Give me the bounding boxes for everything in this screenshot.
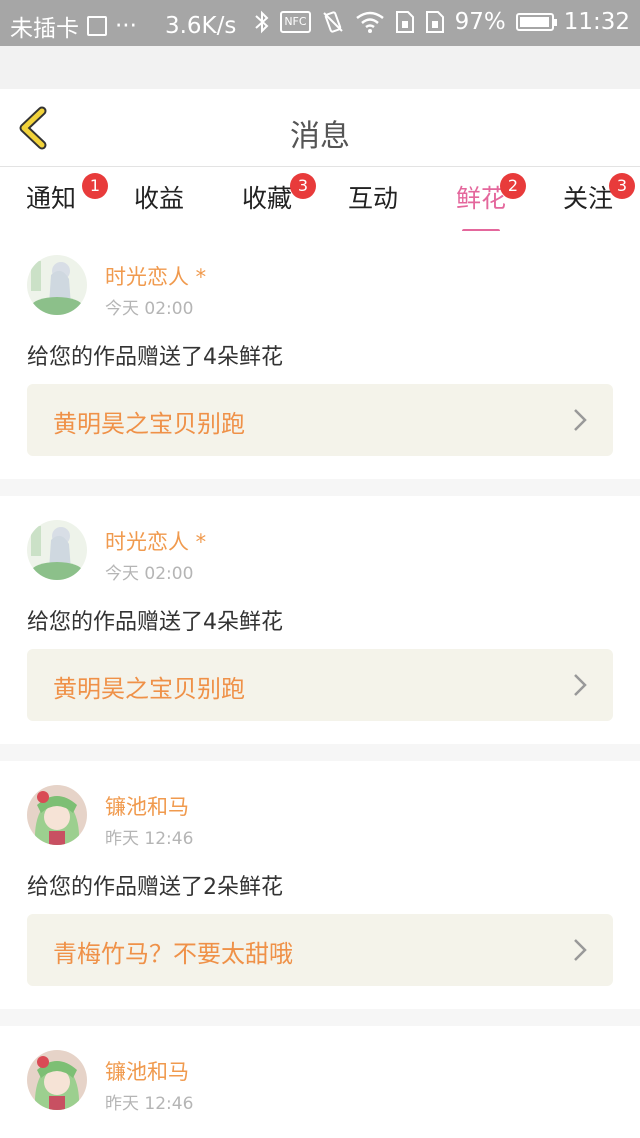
status-bar: 未插卡 ··· 3.6K/s NFC 97% 11:32 [0,0,640,46]
message-time: 今天 02:00 [105,299,194,319]
overflow-icon: ··· [115,13,137,39]
wifi-icon [355,11,384,33]
vibrate-icon [322,11,343,33]
sender-name[interactable]: 时光恋人 * [105,526,206,556]
nfc-icon: NFC [280,11,311,33]
message-time: 今天 02:00 [105,564,194,584]
tab-label: 鲜花 [456,184,507,213]
avatar[interactable] [27,785,87,845]
work-title: 黄明昊之宝贝别跑 [53,410,245,438]
tab-bar: 通知 1 收益 收藏 3 互动 鲜花 2 关注 3 [0,167,640,233]
picture-icon [87,16,107,36]
unread-badge: 3 [609,173,635,199]
tab-favorites[interactable]: 收藏 3 [242,173,316,223]
sender-name[interactable]: 镰池和马 [105,791,189,821]
tab-label: 关注 [563,184,614,213]
avatar[interactable] [27,255,87,315]
header-bar: 消息 [0,89,640,167]
work-link[interactable]: 黄明昊之宝贝别跑 [27,649,613,721]
tab-flowers[interactable]: 鲜花 2 [456,173,526,233]
tab-label: 互动 [348,184,399,213]
avatar[interactable] [27,520,87,580]
message-time: 昨天 12:46 [105,1094,194,1114]
network-speed: 3.6K/s [164,13,237,39]
sim-card-icon [395,11,414,33]
tab-interactions[interactable]: 互动 [348,179,398,223]
carrier-label: 未插卡 [10,16,79,42]
battery-percent: 97% [454,9,506,35]
message-text: 给您的作品赠送了4朵鲜花 [27,345,283,370]
sender-name[interactable]: 镰池和马 [105,1056,189,1086]
clock: 11:32 [563,9,630,35]
tab-earnings[interactable]: 收益 [134,179,184,223]
chevron-right-icon [574,409,587,431]
work-title: 青梅竹马？不要太甜哦 [53,940,293,968]
message-time: 昨天 12:46 [105,829,194,849]
chevron-right-icon [574,674,587,696]
work-link[interactable]: 黄明昊之宝贝别跑 [27,384,613,456]
battery-fill [519,17,549,27]
message-card: 时光恋人 * 今天 02:00 给您的作品赠送了4朵鲜花 黄明昊之宝贝别跑 [0,496,640,744]
avatar[interactable] [27,1050,87,1110]
message-text: 给您的作品赠送了4朵鲜花 [27,610,283,635]
work-title: 黄明昊之宝贝别跑 [53,675,245,703]
message-text: 给您的作品赠送了2朵鲜花 [27,875,283,900]
tab-label: 收益 [134,184,185,213]
message-card: 镰池和马 昨天 12:46 [0,1026,640,1138]
message-card: 镰池和马 昨天 12:46 给您的作品赠送了2朵鲜花 青梅竹马？不要太甜哦 [0,761,640,1009]
tab-label: 收藏 [242,184,293,213]
tab-notifications[interactable]: 通知 1 [26,173,108,223]
page-title: 消息 [290,119,350,154]
unread-badge: 2 [500,173,526,199]
work-link[interactable]: 青梅竹马？不要太甜哦 [27,914,613,986]
battery-icon [515,13,557,31]
top-spacer [0,46,640,89]
tab-following[interactable]: 关注 3 [563,173,635,223]
message-card: 时光恋人 * 今天 02:00 给您的作品赠送了4朵鲜花 黄明昊之宝贝别跑 [0,231,640,479]
unread-badge: 3 [290,173,316,199]
sim-card-icon [425,11,444,33]
bluetooth-icon [255,10,269,34]
tab-label: 通知 [26,184,77,213]
unread-badge: 1 [82,173,108,199]
chevron-right-icon [574,939,587,961]
sender-name[interactable]: 时光恋人 * [105,261,206,291]
